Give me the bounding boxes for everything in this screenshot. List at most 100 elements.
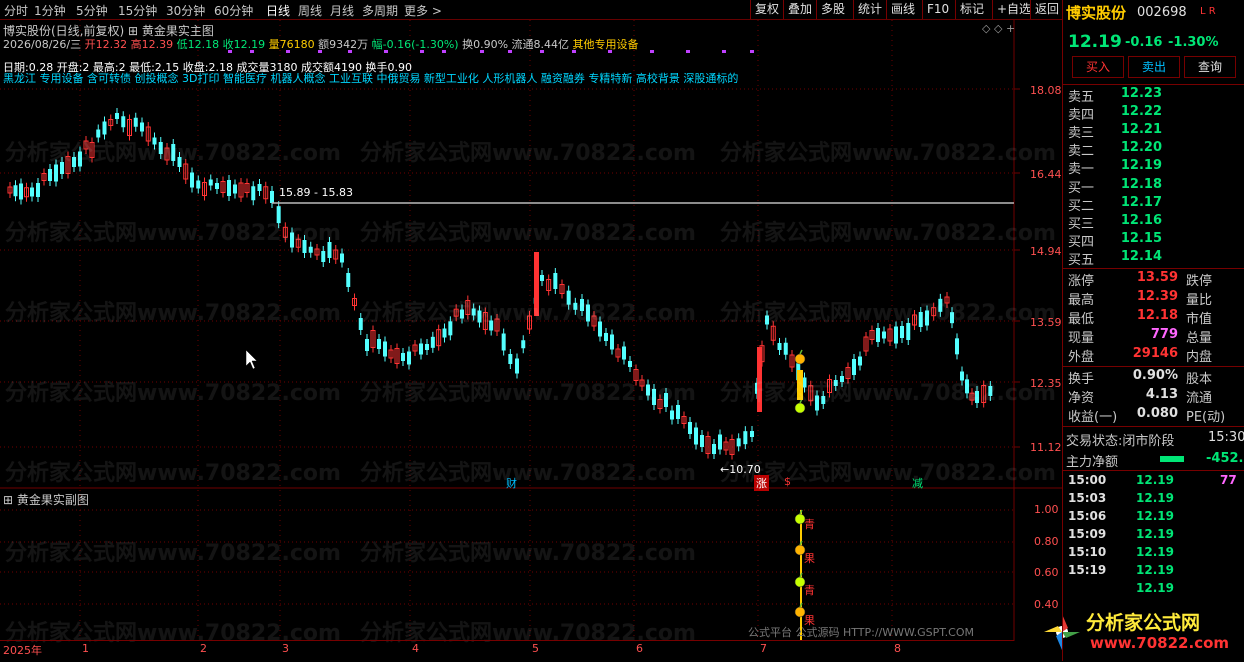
candle-body (13, 185, 18, 197)
bid-label: 买二 (1068, 199, 1095, 214)
stat-value: 12.39 (1136, 289, 1178, 304)
period-tab-60min[interactable]: 60分钟 (214, 2, 253, 19)
buy-button[interactable]: 买入 (1072, 56, 1124, 78)
back-button[interactable]: 返回 (1030, 0, 1063, 19)
sell-button[interactable]: 卖出 (1128, 56, 1180, 78)
candle-body (158, 142, 163, 154)
ask-row[interactable]: 卖二 12.20 (1064, 140, 1242, 159)
draw-line-button[interactable]: 画线 (886, 0, 919, 19)
chevron-right-icon: > (428, 4, 442, 18)
trade-status: 交易状态:闭市阶段 (1066, 434, 1175, 449)
candle-body (515, 358, 519, 374)
period-tab-1min[interactable]: 1分钟 (34, 2, 66, 19)
period-tab-daily[interactable]: 日线 (266, 2, 290, 19)
query-button[interactable]: 查询 (1184, 56, 1236, 78)
bid-label: 买三 (1068, 217, 1095, 232)
candle-body (876, 328, 880, 342)
tick-time: 15:03 (1068, 491, 1107, 505)
candle-body (48, 169, 52, 181)
candle-body (30, 187, 34, 197)
event-marker-dividend[interactable]: $ (784, 475, 791, 488)
price-tick: 18.08 (1030, 84, 1062, 97)
mark-button[interactable]: 标记 (955, 0, 988, 19)
plus-icon[interactable]: + (1006, 22, 1015, 35)
tick-time: 15:10 (1068, 545, 1107, 559)
candle-body (950, 312, 954, 324)
stock-flags: L R (1200, 6, 1216, 17)
candle-body (365, 339, 369, 351)
ask-row[interactable]: 卖五 12.23 (1064, 86, 1242, 105)
candle-body (489, 320, 494, 331)
candle-body (960, 371, 964, 381)
candle-body (215, 183, 219, 189)
period-tab-monthly[interactable]: 月线 (330, 2, 354, 19)
mouse-cursor-icon (245, 349, 258, 370)
candle-body (327, 242, 332, 258)
candle-body (501, 333, 506, 351)
low-value: 12.18 (187, 38, 220, 51)
tick-time: 15:00 (1068, 473, 1107, 487)
add-watchlist-button[interactable]: +自选 (992, 0, 1035, 19)
stat-label: 跌停 (1186, 274, 1213, 289)
bid-row[interactable]: 买二 12.17 (1064, 195, 1242, 214)
candle-body (321, 251, 326, 262)
candle-body (765, 315, 769, 325)
overlay-button[interactable]: 叠加 (783, 0, 816, 19)
candle-body (598, 321, 602, 337)
ask-row[interactable]: 卖一 12.19 (1064, 158, 1242, 177)
ask-row[interactable]: 卖四 12.22 (1064, 104, 1242, 123)
adjust-button[interactable]: 复权 (750, 0, 783, 19)
stat-label: 净资 (1068, 391, 1095, 406)
period-tab-more[interactable]: 更多 > (404, 2, 442, 19)
time-tick: 5 (532, 642, 539, 655)
time-tick: 2 (200, 642, 207, 655)
stats-button[interactable]: 统计 (853, 0, 886, 19)
stock-name: 博实股份 (1066, 4, 1127, 22)
candle-body (783, 342, 788, 355)
candle-body (712, 444, 716, 454)
f10-button[interactable]: F10 (922, 0, 953, 19)
candle-body (442, 328, 447, 338)
event-marker-finance[interactable]: 财 (506, 475, 517, 491)
bid-row[interactable]: 买三 12.16 (1064, 213, 1242, 232)
stat-value: 779 (1150, 327, 1178, 342)
price-change-pct: -1.30% (1168, 35, 1219, 50)
ask-row[interactable]: 卖三 12.21 (1064, 122, 1242, 141)
period-tab-intraday[interactable]: 分时 (4, 2, 28, 19)
candle-body (340, 253, 344, 263)
period-tab-15min[interactable]: 15分钟 (118, 2, 157, 19)
kline-chart[interactable] (0, 20, 1244, 661)
period-tab-30min[interactable]: 30分钟 (166, 2, 205, 19)
chart-window-controls[interactable]: ◇ ◇ + (982, 22, 1015, 35)
period-tab-weekly[interactable]: 周线 (298, 2, 322, 19)
stat-label: 换手 (1068, 372, 1095, 387)
ohlc-info-bar: 2026/08/26/三 开12.32 高12.39 低12.18 收12.19… (3, 38, 639, 51)
time-tick: 2025年 (3, 644, 42, 657)
period-tab-multi[interactable]: 多周期 (362, 2, 398, 19)
diamond-icon[interactable]: ◇ (994, 22, 1002, 35)
logo-url: www.70822.com (1090, 634, 1230, 652)
candle-body (448, 321, 453, 336)
period-tab-5min[interactable]: 5分钟 (76, 2, 108, 19)
bid-row[interactable]: 买四 12.15 (1064, 231, 1242, 250)
candle-body (121, 116, 126, 128)
candle-body (102, 121, 107, 135)
diamond-icon[interactable]: ◇ (982, 22, 990, 35)
sub-chart-title[interactable]: ⊞ 黄金果实副图 (3, 491, 89, 508)
bid-row[interactable]: 买五 12.14 (1064, 249, 1242, 268)
candle-body (718, 434, 722, 450)
tick-row: 15:00 12.19 77 (1064, 473, 1242, 491)
candle-body (401, 353, 405, 361)
event-marker-reduce[interactable]: 减 (912, 475, 923, 491)
stat-label: 外盘 (1068, 350, 1095, 365)
stat-label: 涨停 (1068, 274, 1095, 289)
ask-price: 12.21 (1120, 122, 1162, 137)
event-marker-limit-up[interactable]: 涨 (754, 475, 769, 491)
candle-body (676, 405, 680, 419)
bid-row[interactable]: 买一 12.18 (1064, 177, 1242, 196)
sub-tick: 0.80 (1034, 535, 1059, 548)
candle-body (586, 304, 590, 322)
multi-stock-button[interactable]: 多股 (816, 0, 849, 19)
candle-body (815, 395, 819, 411)
stat-value: 4.13 (1145, 387, 1178, 402)
